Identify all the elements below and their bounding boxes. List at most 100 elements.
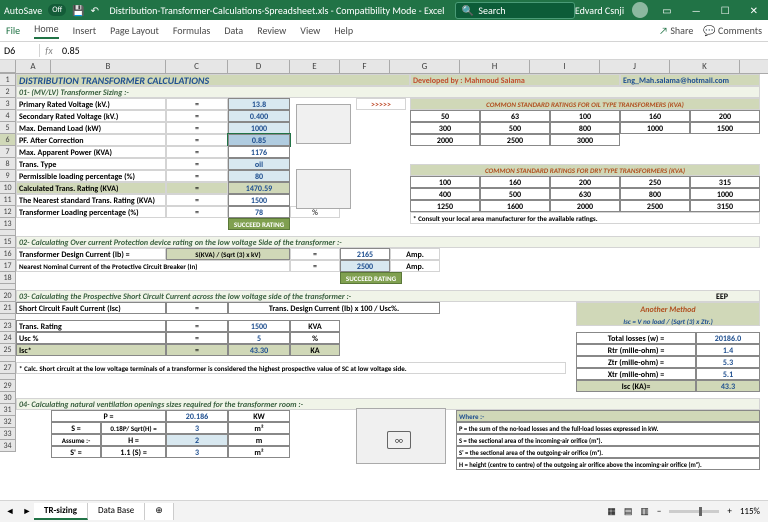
ribbon-options-icon[interactable]: ▭: [656, 4, 677, 17]
search-box[interactable]: 🔍 Search: [455, 2, 575, 19]
formula-input[interactable]: 0.85: [58, 44, 768, 57]
val[interactable]: 0.400: [228, 110, 290, 122]
row-header[interactable]: 7: [0, 146, 15, 158]
col-header[interactable]: D: [228, 60, 290, 73]
row-header[interactable]: 10: [0, 182, 15, 194]
row-header[interactable]: 1: [0, 74, 15, 86]
user-name[interactable]: Edvard Csnji: [575, 4, 624, 17]
val[interactable]: 2500: [340, 260, 390, 272]
eq: =: [290, 248, 340, 260]
row-header[interactable]: 13: [0, 218, 15, 230]
val: 43.30: [228, 344, 290, 356]
zoom-slider[interactable]: [669, 510, 719, 513]
transformer-dry-image: [296, 169, 351, 209]
row-header[interactable]: 29: [0, 380, 15, 392]
select-all-corner[interactable]: [0, 60, 16, 73]
zoom-in[interactable]: +: [727, 506, 731, 517]
eq: =: [166, 98, 228, 110]
sheet-nav-next[interactable]: ►: [20, 506, 34, 517]
row-header[interactable]: 21: [0, 302, 15, 314]
sheet-nav-prev[interactable]: ◄: [0, 506, 20, 517]
tab-review[interactable]: Review: [257, 24, 286, 37]
maximize-icon[interactable]: ☐: [715, 4, 736, 17]
zoom-level[interactable]: 115%: [740, 506, 760, 517]
row-header[interactable]: 23: [0, 320, 15, 332]
val[interactable]: 2: [166, 434, 228, 446]
row-header[interactable]: 30: [0, 392, 15, 404]
val: 1470.59: [228, 182, 290, 194]
col-header[interactable]: F: [340, 60, 390, 73]
row-header[interactable]: 32: [0, 416, 15, 428]
row-header[interactable]: 15: [0, 236, 15, 248]
fx-icon[interactable]: fx: [40, 44, 58, 57]
title-cell: DISTRIBUTION TRANSFORMER CALCULATIONS: [16, 74, 410, 86]
view-break-icon[interactable]: ▥: [640, 506, 649, 517]
tab-home[interactable]: Home: [34, 22, 58, 39]
row-header[interactable]: 20: [0, 290, 15, 302]
val[interactable]: 13.8: [228, 98, 290, 110]
new-sheet-button[interactable]: ⊕: [145, 503, 174, 520]
row-header[interactable]: 16: [0, 248, 15, 260]
tab-pagelayout[interactable]: Page Layout: [110, 24, 159, 37]
col-header[interactable]: J: [600, 60, 670, 73]
rating-cell: 2000: [410, 134, 480, 146]
row-header[interactable]: 17: [0, 260, 15, 272]
row-header[interactable]: 34: [0, 440, 15, 452]
label: S' =: [51, 446, 101, 458]
sheet-area[interactable]: DISTRIBUTION TRANSFORMER CALCULATIONS De…: [16, 74, 768, 452]
tab-data[interactable]: Data: [224, 24, 243, 37]
minimize-icon[interactable]: —: [686, 4, 707, 17]
tab-view[interactable]: View: [300, 24, 320, 37]
comments-button[interactable]: 💬 Comments: [703, 24, 762, 37]
row-header[interactable]: 9: [0, 170, 15, 182]
view-page-icon[interactable]: ▤: [624, 506, 633, 517]
name-box[interactable]: D6: [0, 44, 40, 57]
tab-formulas[interactable]: Formulas: [173, 24, 210, 37]
save-icon[interactable]: 💾: [72, 4, 84, 17]
row-header[interactable]: 18: [0, 272, 15, 284]
col-header[interactable]: A: [16, 60, 51, 73]
col-header[interactable]: H: [460, 60, 530, 73]
row-header[interactable]: 27: [0, 362, 15, 374]
val[interactable]: 1000: [228, 122, 290, 134]
sheet-tab-database[interactable]: Data Base: [88, 503, 145, 520]
active-cell[interactable]: 0.85: [228, 134, 290, 146]
row-header[interactable]: 31: [0, 404, 15, 416]
zoom-out[interactable]: −: [657, 506, 661, 517]
row-header[interactable]: 11: [0, 194, 15, 206]
row-header[interactable]: 8: [0, 158, 15, 170]
row-header[interactable]: 25: [0, 344, 15, 356]
row-header[interactable]: 4: [0, 110, 15, 122]
row-header[interactable]: 12: [0, 206, 15, 218]
col-header[interactable]: E: [290, 60, 340, 73]
close-icon[interactable]: ✕: [744, 4, 764, 17]
share-button[interactable]: ↗ Share: [659, 24, 693, 37]
autosave-toggle[interactable]: Off: [48, 4, 66, 16]
val[interactable]: 80: [228, 170, 290, 182]
sc-note: * Calc. Short circuit at the low voltage…: [16, 362, 566, 374]
col-header[interactable]: G: [390, 60, 460, 73]
col-header[interactable]: I: [530, 60, 600, 73]
avatar[interactable]: [632, 2, 648, 18]
row-header[interactable]: 33: [0, 428, 15, 440]
tab-help[interactable]: Help: [334, 24, 353, 37]
row-header[interactable]: 24: [0, 332, 15, 344]
col-header[interactable]: C: [166, 60, 228, 73]
row-header[interactable]: 2: [0, 86, 15, 98]
val: 1500: [228, 320, 290, 332]
row-header[interactable]: 5: [0, 122, 15, 134]
val: 5: [228, 332, 290, 344]
col-header[interactable]: K: [670, 60, 740, 73]
eq: =: [166, 332, 228, 344]
row-header[interactable]: 6: [0, 134, 15, 146]
undo-icon[interactable]: ↶: [91, 4, 99, 17]
view-normal-icon[interactable]: ▦: [607, 506, 616, 517]
tab-file[interactable]: File: [6, 24, 20, 37]
row-header[interactable]: 3: [0, 98, 15, 110]
tab-insert[interactable]: Insert: [73, 24, 97, 37]
col-header[interactable]: B: [51, 60, 166, 73]
label: S =: [51, 422, 101, 434]
sheet-tab-tr-sizing[interactable]: TR-sizing: [34, 503, 88, 520]
val: 1500: [228, 194, 290, 206]
val[interactable]: oil: [228, 158, 290, 170]
